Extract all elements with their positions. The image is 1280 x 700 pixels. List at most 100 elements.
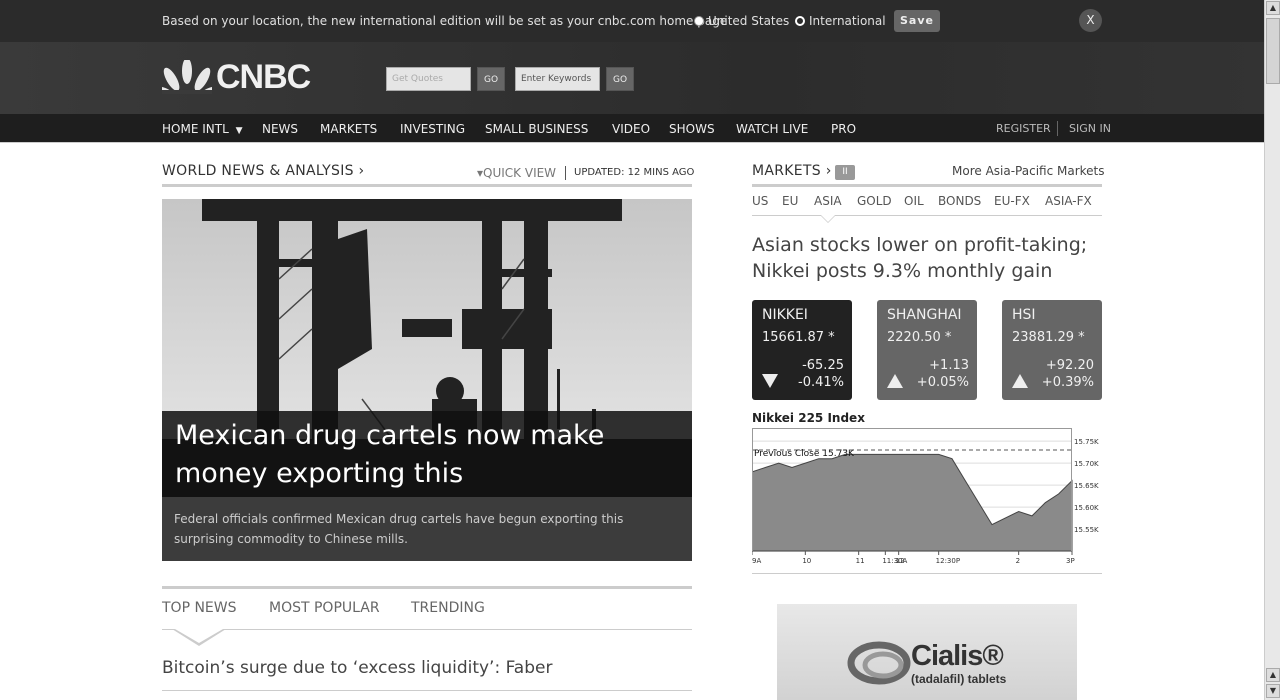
tabs-underline xyxy=(752,215,1102,216)
scroll-up-arrow-icon[interactable]: ▲ xyxy=(1266,668,1280,682)
nav-home-intl[interactable]: HOME INTL ▼ xyxy=(162,122,243,136)
hero-story[interactable]: Mexican drug cartels now make money expo… xyxy=(162,199,692,561)
market-tab-bonds[interactable]: BONDS xyxy=(938,194,981,208)
more-asia-pacific-markets-link[interactable]: More Asia-Pacific Markets xyxy=(952,164,1105,178)
x-tick-label: 9A xyxy=(752,557,761,565)
radio-international[interactable]: International xyxy=(795,14,886,28)
tab-trending[interactable]: TRENDING xyxy=(411,600,485,616)
market-tab-asia-fx[interactable]: ASIA-FX xyxy=(1045,194,1092,208)
x-tick-label: 10 xyxy=(802,557,811,565)
pause-icon[interactable]: II xyxy=(835,165,855,180)
hero-description-box: Federal officials confirmed Mexican drug… xyxy=(162,497,692,561)
down-arrow-icon xyxy=(762,374,778,388)
y-tick-label: 15.75K xyxy=(1074,438,1099,446)
hero-description: Federal officials confirmed Mexican drug… xyxy=(174,512,624,546)
notice-message: Based on your location, the new internat… xyxy=(162,14,728,28)
market-tab-us[interactable]: US xyxy=(752,194,768,208)
x-tick-label: 12 xyxy=(896,557,905,565)
chart-title: Nikkei 225 Index xyxy=(752,411,865,425)
quote-search-input[interactable]: Get Quotes xyxy=(386,67,471,91)
y-tick-label: 15.55K xyxy=(1074,526,1099,534)
peacock-icon xyxy=(162,60,212,94)
story-divider xyxy=(162,690,692,691)
sign-in-link[interactable]: SIGN IN xyxy=(1069,122,1111,135)
x-tick-label: 12:30P xyxy=(936,557,960,565)
nav-investing[interactable]: INVESTING xyxy=(400,122,465,136)
quick-view-toggle[interactable]: ▾QUICK VIEW xyxy=(477,166,556,180)
nav-pro[interactable]: PRO xyxy=(831,122,856,136)
scroll-down-arrow-icon[interactable]: ▼ xyxy=(1266,684,1280,698)
x-tick-label: 2 xyxy=(1016,557,1020,565)
keyword-go-button[interactable]: GO xyxy=(606,67,634,91)
index-tile-shanghai[interactable]: SHANGHAI 2220.50 * +1.13 +0.05% xyxy=(877,300,977,400)
site-header: CNBC Get Quotes GO Enter Keywords GO xyxy=(0,42,1264,114)
radio-button-icon[interactable] xyxy=(795,16,805,26)
market-tab-eu-fx[interactable]: EU-FX xyxy=(994,194,1030,208)
markets-headline[interactable]: Asian stocks lower on profit-taking; Nik… xyxy=(752,232,1102,284)
market-tab-asia[interactable]: ASIA xyxy=(814,194,842,208)
ad-subtitle: (tadalafil) tablets xyxy=(911,672,1007,686)
quote-go-button[interactable]: GO xyxy=(477,67,505,91)
vertical-scrollbar[interactable]: ▲ ▲ ▼ xyxy=(1264,0,1280,700)
advertisement[interactable]: Cialis® (tadalafil) tablets xyxy=(777,604,1077,700)
x-tick-label: 3P xyxy=(1066,557,1075,565)
market-tab-eu[interactable]: EU xyxy=(782,194,798,208)
section-rule xyxy=(162,184,692,187)
updated-timestamp: UPDATED: 12 MINS AGO xyxy=(574,167,695,178)
up-arrow-icon xyxy=(887,374,903,388)
index-name: SHANGHAI xyxy=(887,307,962,323)
index-percent: -0.41% xyxy=(798,375,844,390)
index-change: -65.25 xyxy=(802,358,844,373)
market-tab-gold[interactable]: GOLD xyxy=(857,194,892,208)
previous-close-label: Previous Close 15.73K xyxy=(754,449,855,459)
index-tile-nikkei[interactable]: NIKKEI 15661.87 * -65.25 -0.41% xyxy=(752,300,852,400)
tabs-underline xyxy=(162,629,692,630)
y-tick-label: 15.65K xyxy=(1074,482,1099,490)
keyword-search-input[interactable]: Enter Keywords xyxy=(515,67,600,91)
caret-down-icon: ▼ xyxy=(235,126,243,136)
y-tick-label: 15.60K xyxy=(1074,504,1099,512)
hero-headline[interactable]: Mexican drug cartels now make money expo… xyxy=(175,417,675,493)
market-tab-oil[interactable]: OIL xyxy=(904,194,924,208)
markets-heading[interactable]: MARKETS › xyxy=(752,163,832,179)
hero-caption: Mexican drug cartels now make money expo… xyxy=(162,411,692,497)
save-button[interactable]: Save xyxy=(894,10,940,32)
y-axis-ticks: 15.75K 15.70K 15.65K 15.60K 15.55K xyxy=(1074,438,1099,534)
nav-watch-live[interactable]: WATCH LIVE xyxy=(736,122,808,136)
index-tile-hsi[interactable]: HSI 23881.29 * +92.20 +0.39% xyxy=(1002,300,1102,400)
cnbc-logo[interactable]: CNBC xyxy=(162,57,311,96)
radio-button-icon[interactable] xyxy=(694,16,704,26)
radio-label: International xyxy=(809,14,886,28)
nav-shows[interactable]: SHOWS xyxy=(669,122,715,136)
world-news-heading[interactable]: WORLD NEWS & ANALYSIS › xyxy=(162,163,364,179)
y-tick-label: 15.70K xyxy=(1074,460,1099,468)
tab-top-news[interactable]: TOP NEWS xyxy=(162,600,237,616)
top-news-headline[interactable]: Bitcoin’s surge due to ‘excess liquidity… xyxy=(162,658,552,678)
nav-news[interactable]: NEWS xyxy=(262,122,298,136)
scroll-thumb[interactable] xyxy=(1266,18,1280,84)
index-price: 2220.50 * xyxy=(887,330,952,345)
nikkei-intraday-chart[interactable]: Previous Close 15.73K 15.75K 15.70K 15.65K… xyxy=(752,428,1102,568)
index-price: 15661.87 * xyxy=(762,330,835,345)
active-tab-pointer-fill xyxy=(821,215,835,222)
tab-most-popular[interactable]: MOST POPULAR xyxy=(269,600,380,616)
section-rule xyxy=(752,184,1102,187)
close-icon[interactable]: X xyxy=(1079,9,1102,32)
x-axis-ticks: 9A 10 11 11:30A12 12:30P 2 3P xyxy=(752,551,1075,565)
index-percent: +0.39% xyxy=(1041,375,1094,390)
chart-area xyxy=(752,453,1073,552)
nav-video[interactable]: VIDEO xyxy=(612,122,650,136)
index-change: +92.20 xyxy=(1045,358,1094,373)
active-tab-pointer-fill xyxy=(175,629,223,643)
nav-label: HOME INTL xyxy=(162,122,229,136)
register-link[interactable]: REGISTER xyxy=(996,122,1051,135)
scroll-up-arrow-icon[interactable]: ▲ xyxy=(1266,1,1280,15)
main-nav: HOME INTL ▼ NEWS MARKETS INVESTING SMALL… xyxy=(0,114,1264,143)
logo-wordmark: CNBC xyxy=(216,57,311,96)
nav-small-business[interactable]: SMALL BUSINESS xyxy=(485,122,588,136)
location-notice-bar: Based on your location, the new internat… xyxy=(0,0,1264,42)
radio-united-states[interactable]: United States xyxy=(694,14,789,28)
nav-markets[interactable]: MARKETS xyxy=(320,122,377,136)
index-name: HSI xyxy=(1012,307,1036,323)
index-price: 23881.29 * xyxy=(1012,330,1085,345)
